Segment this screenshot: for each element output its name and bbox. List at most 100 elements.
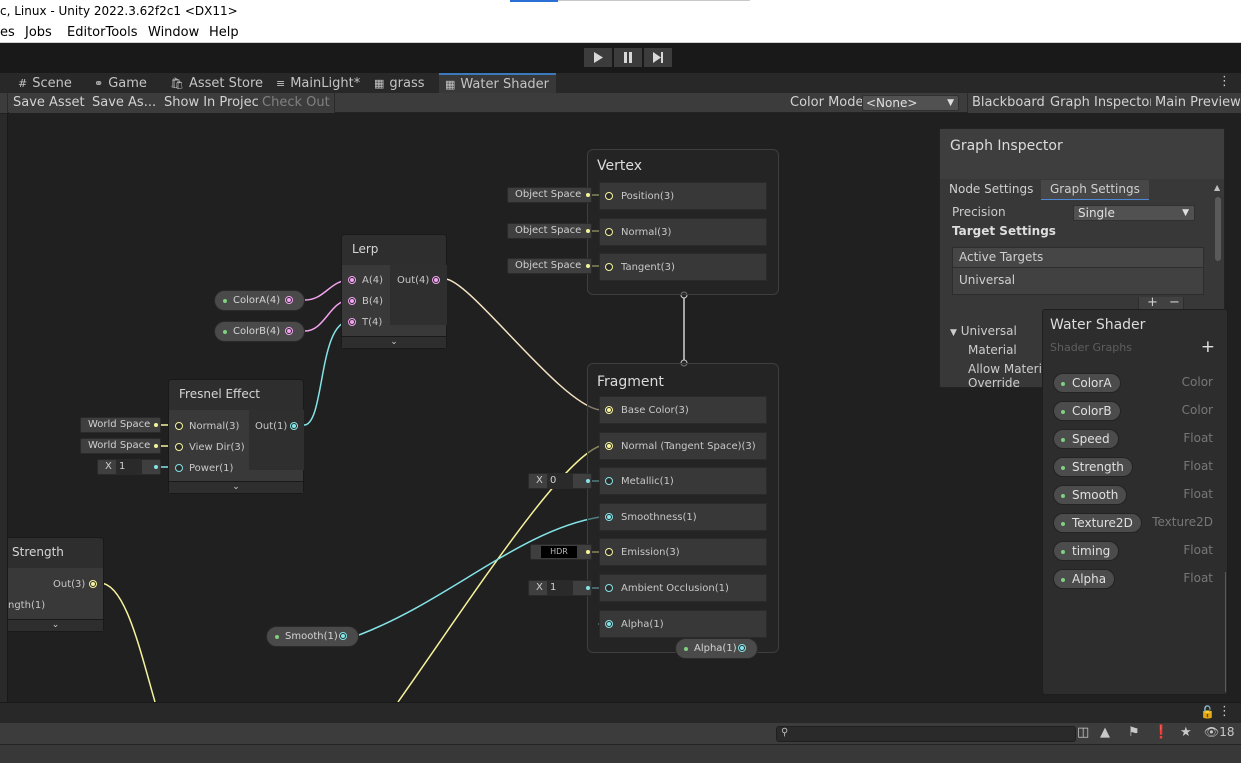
active-targets-list[interactable]: Active Targets Universal — [952, 247, 1204, 295]
tab-node-settings[interactable]: Node Settings — [940, 180, 1042, 200]
tab-grass[interactable]: ▦ grass — [368, 73, 431, 93]
property-pill[interactable]: Smooth — [1053, 485, 1128, 505]
property-pill[interactable]: ColorB — [1053, 401, 1121, 421]
input-port[interactable] — [605, 477, 613, 485]
tab-scene[interactable]: # Scene — [12, 73, 78, 93]
property-item[interactable]: Texture2D Texture2D — [1053, 513, 1228, 533]
block-normal-tangent[interactable]: Normal (Tangent Space)(3) — [599, 432, 767, 460]
filter-type-icon[interactable]: ▲ — [1100, 725, 1110, 740]
color-mode-dropdown[interactable]: <None> ▼ — [862, 95, 959, 111]
property-pill[interactable]: timing — [1053, 541, 1120, 561]
output-port[interactable] — [432, 276, 440, 284]
remove-icon[interactable]: − — [1169, 296, 1180, 309]
input-port[interactable] — [605, 228, 613, 236]
value-field[interactable]: 0 — [547, 474, 573, 488]
menu-item-help[interactable]: Help — [209, 25, 239, 40]
tab-asset-store[interactable]: 🛍 Asset Store — [164, 73, 269, 93]
block-normal[interactable]: Normal(3) — [599, 218, 767, 246]
property-item[interactable]: timing Float — [1053, 541, 1228, 561]
input-port-a[interactable] — [348, 276, 356, 284]
tab-graph-settings[interactable]: Graph Settings — [1041, 180, 1149, 200]
pause-button[interactable] — [613, 47, 643, 68]
output-port[interactable] — [290, 422, 298, 430]
property-pill[interactable]: Strength — [1053, 457, 1133, 477]
block-base-color[interactable]: Base Color(3) — [599, 396, 767, 424]
input-port-view-dir[interactable] — [175, 443, 183, 451]
menu-item-files[interactable]: es — [0, 25, 15, 40]
property-node-alpha[interactable]: Alpha(1) — [675, 638, 758, 659]
input-port[interactable] — [605, 584, 613, 592]
vertex-stack[interactable]: Vertex Position(3) Normal(3) Tangent(3) — [587, 149, 779, 295]
menu-item-jobs[interactable]: Jobs — [25, 25, 52, 40]
blackboard-toggle-button[interactable]: Blackboard — [967, 93, 1050, 113]
property-pill[interactable]: Alpha — [1053, 569, 1116, 589]
input-port[interactable] — [605, 406, 613, 414]
fresnel-effect-node[interactable]: Fresnel Effect Normal(3) View Dir(3) Pow… — [168, 379, 304, 494]
property-item[interactable]: Alpha Float — [1053, 569, 1228, 589]
kebab-menu-icon[interactable]: ⋮ — [1218, 704, 1231, 719]
block-alpha[interactable]: Alpha(1) — [599, 610, 767, 638]
save-as-button[interactable]: Save As... — [88, 93, 162, 113]
view-dir-space-input[interactable]: World Space — [80, 438, 161, 454]
list-item[interactable]: Universal — [953, 268, 1203, 292]
show-in-project-button[interactable]: Show In Project — [160, 93, 269, 113]
resize-handle[interactable] — [1225, 572, 1226, 692]
hdr-swatch[interactable]: HDR — [541, 546, 577, 558]
property-item[interactable]: ColorB Color — [1053, 401, 1228, 421]
graph-inspector-toggle-button[interactable]: Graph Inspector — [1046, 93, 1160, 113]
property-pill[interactable]: ColorA — [1053, 373, 1121, 393]
output-port[interactable] — [89, 580, 97, 588]
input-port[interactable] — [605, 548, 613, 556]
scroll-thumb[interactable] — [1215, 197, 1221, 261]
input-port-normal[interactable] — [175, 422, 183, 430]
favorite-icon[interactable]: ★ — [1180, 725, 1192, 740]
play-button[interactable] — [583, 47, 613, 68]
block-ambient-occlusion[interactable]: Ambient Occlusion(1) — [599, 574, 767, 602]
scroll-up-icon[interactable]: ▲ — [1214, 183, 1220, 192]
block-metallic[interactable]: Metallic(1) — [599, 467, 767, 495]
expand-toggle[interactable]: ⌄ — [342, 336, 446, 348]
block-smoothness[interactable]: Smoothness(1) — [599, 503, 767, 531]
input-port[interactable] — [605, 192, 613, 200]
tangent-space-input[interactable]: Object Space — [507, 258, 592, 274]
console-search-input[interactable]: ⚲ — [776, 726, 1076, 742]
output-port[interactable] — [339, 632, 347, 640]
position-space-input[interactable]: Object Space — [507, 187, 592, 203]
property-node-colora[interactable]: ColorA(4) — [214, 290, 305, 311]
fragment-stack[interactable]: Fragment Base Color(3) Normal (Tangent S… — [587, 363, 779, 653]
blackboard-panel[interactable]: Water Shader Shader Graphs + ColorA Colo… — [1042, 309, 1228, 695]
tab-water-shader[interactable]: ▦ Water Shader — [439, 73, 556, 93]
menu-item-window[interactable]: Window — [148, 25, 199, 40]
property-item[interactable]: Smooth Float — [1053, 485, 1228, 505]
expand-toggle[interactable]: ⌄ — [8, 619, 103, 631]
emission-color-input[interactable]: HDR — [530, 544, 592, 560]
precision-dropdown[interactable]: Single ▼ — [1073, 205, 1195, 221]
power-value-input[interactable]: X 1 — [97, 459, 161, 475]
normal-space-input[interactable]: World Space — [80, 417, 161, 433]
value-field[interactable]: 1 — [547, 581, 573, 595]
property-item[interactable]: Strength Float — [1053, 457, 1228, 477]
ao-value-input[interactable]: X 1 — [528, 580, 592, 596]
input-port[interactable] — [605, 620, 613, 628]
output-port[interactable] — [738, 644, 746, 652]
universal-section[interactable]: ▼ Universal — [950, 324, 1017, 338]
save-asset-button[interactable]: Save Asset — [9, 93, 90, 113]
label-icon[interactable]: ⚑ — [1128, 725, 1140, 740]
input-port[interactable] — [605, 513, 613, 521]
visibility-count[interactable]: 👁18 — [1204, 725, 1235, 739]
property-node-smooth[interactable]: Smooth(1) — [266, 626, 359, 647]
menu-item-editortools[interactable]: EditorTools — [67, 25, 138, 40]
property-pill[interactable]: Speed — [1053, 429, 1119, 449]
add-property-icon[interactable]: + — [1201, 337, 1215, 357]
step-button[interactable] — [643, 47, 673, 68]
input-port-t[interactable] — [348, 318, 356, 326]
input-port-power[interactable] — [175, 464, 183, 472]
metallic-value-input[interactable]: X 0 — [528, 473, 592, 489]
normal-space-input[interactable]: Object Space — [507, 223, 592, 239]
property-node-colorb[interactable]: ColorB(4) — [214, 321, 305, 342]
property-item[interactable]: Speed Float — [1053, 429, 1228, 449]
property-item[interactable]: ColorA Color — [1053, 373, 1228, 393]
input-port[interactable] — [605, 442, 613, 450]
block-tangent[interactable]: Tangent(3) — [599, 253, 767, 281]
output-port[interactable] — [285, 327, 293, 335]
